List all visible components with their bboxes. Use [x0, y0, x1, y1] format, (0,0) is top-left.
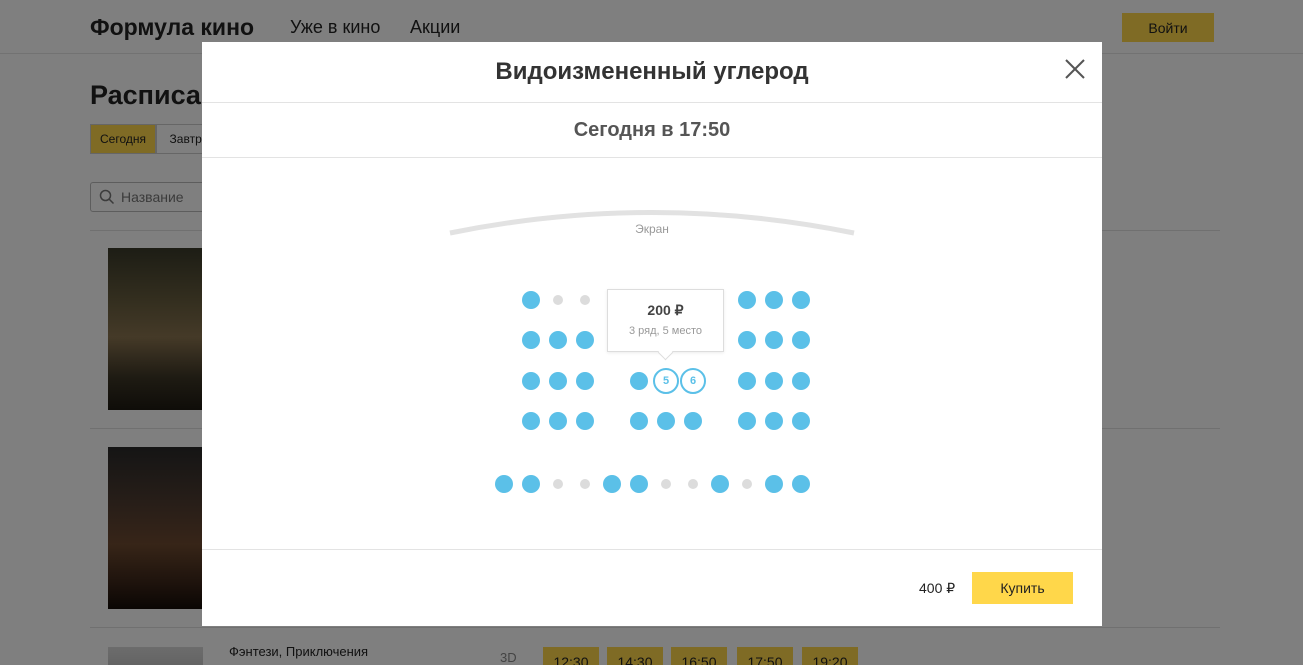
seat-free[interactable]: [549, 331, 567, 349]
seat-free[interactable]: [630, 412, 648, 430]
seat-free[interactable]: [576, 372, 594, 390]
seat-taken: [580, 479, 590, 489]
seat-taken: [580, 295, 590, 305]
tooltip-arrow: [657, 344, 674, 361]
seat-free[interactable]: [765, 412, 783, 430]
seat-free[interactable]: [738, 331, 756, 349]
seat-free[interactable]: [522, 412, 540, 430]
seat-free[interactable]: [603, 475, 621, 493]
seat-free[interactable]: [576, 412, 594, 430]
seat-free[interactable]: [765, 331, 783, 349]
modal-title: Видоизмененный углерод: [495, 58, 809, 85]
tooltip-place: 3 ряд, 5 место: [628, 325, 703, 337]
total-price: 400 ₽: [919, 580, 956, 596]
seat-free[interactable]: [657, 412, 675, 430]
buy-button[interactable]: Купить: [972, 572, 1073, 604]
seat-taken: [553, 479, 563, 489]
seat-free[interactable]: [765, 291, 783, 309]
seat-free[interactable]: [522, 372, 540, 390]
modal-divider: [202, 549, 1102, 550]
seat-free[interactable]: [765, 475, 783, 493]
seat-free[interactable]: [495, 475, 513, 493]
close-button[interactable]: [1062, 56, 1088, 82]
modal-divider: [202, 157, 1102, 158]
seat-taken: [742, 479, 752, 489]
screen-label: Экран: [635, 222, 669, 236]
modal-divider: [202, 102, 1102, 103]
seat-free[interactable]: [738, 412, 756, 430]
seat-free[interactable]: [792, 475, 810, 493]
seat-free[interactable]: [576, 331, 594, 349]
seat-free[interactable]: [792, 412, 810, 430]
seat-free[interactable]: [630, 475, 648, 493]
session-datetime: Сегодня в 17:50: [573, 119, 731, 141]
seat-taken: [553, 295, 563, 305]
seat-free[interactable]: [522, 331, 540, 349]
seat-free[interactable]: [522, 475, 540, 493]
seat-free[interactable]: [522, 291, 540, 309]
seat-free[interactable]: [684, 412, 702, 430]
seat-free[interactable]: [765, 372, 783, 390]
seat-taken: [661, 479, 671, 489]
seat-tooltip: 200 ₽ 3 ряд, 5 место: [607, 289, 724, 361]
seat-taken: [688, 479, 698, 489]
seat-free[interactable]: [630, 372, 648, 390]
seat-free[interactable]: [792, 372, 810, 390]
seat-free[interactable]: [711, 475, 729, 493]
seat-selected[interactable]: 5: [653, 368, 679, 394]
seat-free[interactable]: [549, 412, 567, 430]
seat-free[interactable]: [738, 291, 756, 309]
seat-free[interactable]: [792, 291, 810, 309]
tooltip-price: 200 ₽: [647, 302, 684, 318]
seat-selection-modal: Видоизмененный углерод Сегодня в 17:50 Э…: [202, 42, 1102, 626]
seat-free[interactable]: [738, 372, 756, 390]
close-icon: [1065, 59, 1085, 79]
seat-free[interactable]: [549, 372, 567, 390]
seat-selected[interactable]: 6: [680, 368, 706, 394]
seat-free[interactable]: [792, 331, 810, 349]
